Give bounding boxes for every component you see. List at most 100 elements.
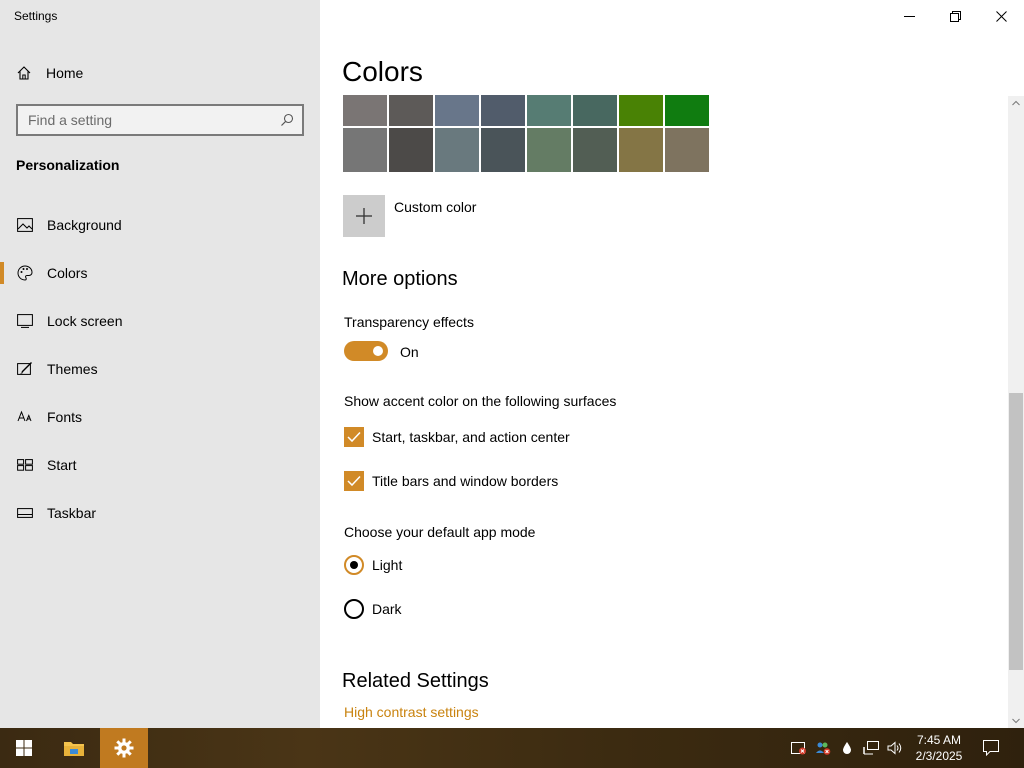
toggle-knob xyxy=(373,346,383,356)
transparency-label: Transparency effects xyxy=(344,314,474,330)
brush-icon xyxy=(17,361,33,377)
color-swatch[interactable] xyxy=(527,128,571,172)
checkbox-start-taskbar[interactable]: Start, taskbar, and action center xyxy=(344,427,570,447)
page-title: Colors xyxy=(342,56,423,87)
color-swatch[interactable] xyxy=(665,95,709,126)
color-swatch[interactable] xyxy=(619,95,663,126)
checkbox[interactable] xyxy=(344,427,364,447)
radio-light[interactable]: Light xyxy=(344,555,402,575)
search-input[interactable] xyxy=(28,112,280,128)
file-explorer-button[interactable] xyxy=(50,728,98,768)
chevron-down-icon xyxy=(1012,718,1020,724)
font-icon xyxy=(17,409,33,425)
color-swatch[interactable] xyxy=(389,95,433,126)
sidebar-item-label: Fonts xyxy=(47,409,83,425)
transparency-toggle[interactable] xyxy=(344,341,388,361)
radio-button[interactable] xyxy=(344,555,364,575)
windows-logo-icon xyxy=(16,740,32,756)
search-box[interactable] xyxy=(16,104,304,136)
color-swatch[interactable] xyxy=(481,128,525,172)
people-alert-icon xyxy=(816,742,831,755)
color-swatch[interactable] xyxy=(573,95,617,126)
taskbar-clock[interactable]: 7:45 AM 2/3/2025 xyxy=(906,732,972,764)
sidebar-item-colors[interactable]: Colors xyxy=(0,249,320,297)
clock-time: 7:45 AM xyxy=(916,733,962,747)
folder-icon xyxy=(64,742,84,756)
plus-icon xyxy=(356,208,372,224)
home-icon xyxy=(17,66,31,80)
app-mode-label: Choose your default app mode xyxy=(344,524,536,540)
gear-icon xyxy=(114,738,134,758)
radio-label: Light xyxy=(372,557,403,573)
action-center-button[interactable] xyxy=(976,728,1006,768)
lock-screen-icon xyxy=(17,313,33,329)
color-swatch[interactable] xyxy=(481,95,525,126)
radio-dot xyxy=(350,561,358,569)
custom-color-button[interactable] xyxy=(343,195,385,237)
main-content: Colors Custom color More options Transpa… xyxy=(320,0,1010,728)
sidebar-item-label: Background xyxy=(47,217,122,233)
color-swatch[interactable] xyxy=(619,128,663,172)
checkmark-icon xyxy=(347,475,361,487)
scroll-up-button[interactable] xyxy=(1008,96,1024,110)
taskbar-icon xyxy=(17,505,33,521)
sidebar-item-lock-screen[interactable]: Lock screen xyxy=(0,297,320,345)
checkmark-icon xyxy=(347,431,361,443)
custom-color-label: Custom color xyxy=(394,199,477,215)
transparency-state: On xyxy=(400,344,419,360)
checkbox[interactable] xyxy=(344,471,364,491)
color-swatch[interactable] xyxy=(665,128,709,172)
drop-icon xyxy=(843,742,851,754)
start-button[interactable] xyxy=(0,728,48,768)
speaker-icon xyxy=(887,741,902,755)
checkbox-label: Title bars and window borders xyxy=(372,473,559,489)
sidebar: Settings Home Personalization Background… xyxy=(0,0,320,728)
sidebar-item-label: Lock screen xyxy=(47,313,123,329)
color-swatch[interactable] xyxy=(343,128,387,172)
sidebar-item-taskbar[interactable]: Taskbar xyxy=(0,489,320,537)
color-swatch[interactable] xyxy=(527,95,571,126)
picture-icon xyxy=(17,217,33,233)
color-swatch[interactable] xyxy=(435,95,479,126)
sidebar-item-background[interactable]: Background xyxy=(0,201,320,249)
notification-icon xyxy=(983,740,999,756)
app-title: Settings xyxy=(14,9,58,23)
sidebar-item-label: Colors xyxy=(47,265,88,281)
radio-label: Dark xyxy=(372,601,402,617)
onedrive-tray-button[interactable] xyxy=(836,728,858,768)
chevron-up-icon xyxy=(1012,100,1020,106)
settings-app-button[interactable] xyxy=(100,728,148,768)
accent-surfaces-label: Show accent color on the following surfa… xyxy=(344,393,617,409)
network-icon xyxy=(863,741,879,755)
section-title: Personalization xyxy=(16,157,120,173)
color-swatch[interactable] xyxy=(573,128,617,172)
start-icon xyxy=(17,457,33,473)
network-tray-button[interactable] xyxy=(860,728,882,768)
home-nav-item[interactable]: Home xyxy=(16,62,83,84)
scrollbar-thumb[interactable] xyxy=(1009,393,1023,670)
sidebar-item-label: Themes xyxy=(47,361,98,377)
sidebar-item-fonts[interactable]: Fonts xyxy=(0,393,320,441)
checkbox-label: Start, taskbar, and action center xyxy=(372,429,570,445)
color-swatch[interactable] xyxy=(435,128,479,172)
clock-date: 2/3/2025 xyxy=(915,749,963,763)
sidebar-item-themes[interactable]: Themes xyxy=(0,345,320,393)
checkbox-title-bars[interactable]: Title bars and window borders xyxy=(344,471,558,491)
sidebar-item-start[interactable]: Start xyxy=(0,441,320,489)
security-alert-icon xyxy=(791,742,806,755)
scroll-down-button[interactable] xyxy=(1008,714,1024,728)
scrollbar[interactable] xyxy=(1008,96,1024,728)
sidebar-nav: Background Colors Lock screen Themes Fon… xyxy=(0,201,320,537)
radio-dark[interactable]: Dark xyxy=(344,599,402,619)
color-swatch[interactable] xyxy=(343,95,387,126)
custom-color: Custom color xyxy=(343,195,476,237)
radio-button[interactable] xyxy=(344,599,364,619)
volume-tray-button[interactable] xyxy=(884,728,906,768)
color-swatch-grid xyxy=(343,95,709,172)
people-tray-button[interactable] xyxy=(812,728,834,768)
high-contrast-link[interactable]: High contrast settings xyxy=(344,704,479,720)
security-tray-button[interactable] xyxy=(788,728,810,768)
related-settings-heading: Related Settings xyxy=(342,670,489,692)
search-icon[interactable] xyxy=(280,113,294,127)
color-swatch[interactable] xyxy=(389,128,433,172)
